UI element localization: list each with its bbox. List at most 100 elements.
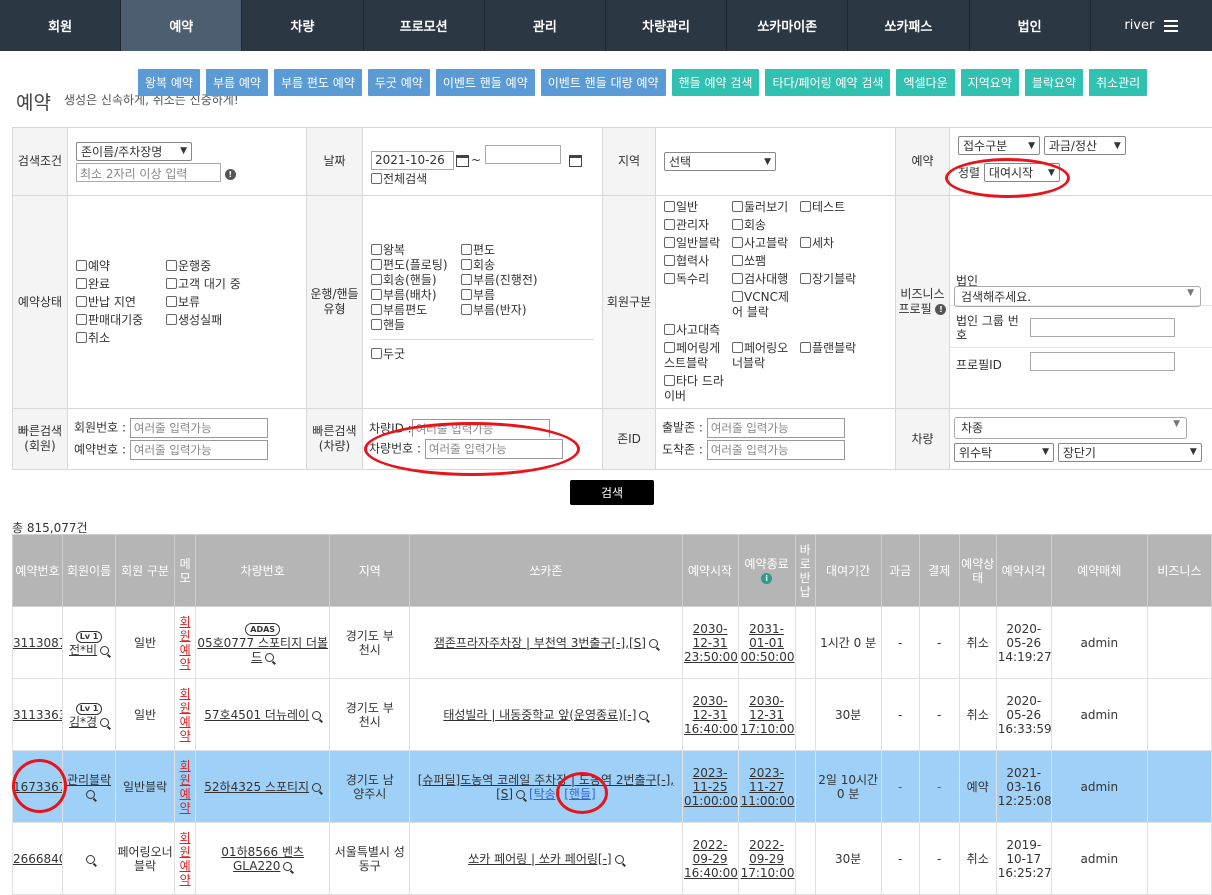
status-checkbox[interactable] (76, 313, 87, 325)
operation-checkbox[interactable] (371, 273, 382, 285)
term-select[interactable]: 장단기 ▼ (1057, 442, 1202, 462)
member-type-checkbox[interactable] (664, 255, 675, 266)
date-from-input[interactable]: 2021-10-26 (371, 151, 454, 170)
event-handle-booking-button[interactable]: 이벤트 핸들 예약 (435, 69, 535, 96)
booking-id-link[interactable]: 26668404 (14, 852, 62, 866)
member-name-link[interactable]: 관리블락 (67, 773, 111, 787)
operation-checkbox[interactable] (461, 243, 472, 255)
end-time-link[interactable]: 2023-11-27 11:00:00 (741, 766, 795, 808)
dogood-checkbox[interactable] (371, 347, 382, 359)
col-header[interactable]: 차량번호 (195, 534, 331, 607)
status-checkbox[interactable] (166, 313, 177, 325)
round-trip-booking-button[interactable]: 왕복 예약 (138, 69, 200, 96)
operation-checkbox[interactable] (461, 303, 472, 315)
calendar-icon[interactable] (456, 154, 469, 167)
col-header[interactable]: 쏘카존 (409, 534, 683, 607)
status-checkbox[interactable] (166, 259, 177, 271)
operation-checkbox[interactable] (461, 258, 472, 270)
col-header[interactable]: 예약번호 (11, 534, 64, 607)
zone-link[interactable]: 태성빌라 | 내동중학교 앞(운영종료)[-] (443, 708, 636, 722)
car-number-link[interactable]: 05호0777 스포티지 더볼드 (197, 636, 328, 664)
member-type-checkbox[interactable] (800, 342, 811, 353)
status-checkbox[interactable] (76, 259, 87, 271)
status-checkbox[interactable] (76, 295, 87, 307)
handle-tag[interactable]: [핸들] (564, 787, 595, 801)
member-type-checkbox[interactable] (664, 219, 675, 230)
user-menu[interactable]: river (1091, 0, 1212, 51)
search-keyword-input[interactable]: 최소 2자리 이상 입력 (76, 162, 221, 182)
car-no-textarea[interactable]: 여러줄 입력가능 (424, 439, 563, 459)
booking-no-textarea[interactable]: 여러줄 입력가능 (129, 440, 268, 460)
booking-id-link[interactable]: 31133634 (14, 708, 62, 722)
calendar-icon[interactable] (568, 154, 582, 167)
member-type-checkbox[interactable] (732, 291, 743, 302)
col-header[interactable]: 바 로 반 납 (794, 534, 816, 607)
booking-id-link[interactable]: 31130876 (14, 636, 62, 650)
receipt-type-select[interactable]: 접수구분 ▼ (958, 136, 1040, 155)
nav-manage[interactable]: 관리 (485, 0, 606, 51)
end-time-link[interactable]: 2031-01-01 00:50:00 (741, 622, 795, 664)
excel-download-button[interactable]: 엑셀다운 (896, 69, 955, 96)
corp-group-input[interactable] (1030, 318, 1175, 337)
member-type-checkbox[interactable] (664, 342, 675, 353)
search-icon[interactable] (265, 653, 275, 662)
car-number-link[interactable]: 52하4325 스포티지 (204, 780, 309, 794)
nav-socar-pass[interactable]: 쏘카패스 (848, 0, 970, 51)
zone-link[interactable]: 잼존프라자주차장 | 부천역 3번출구[-],[S] (434, 636, 646, 650)
zone-link[interactable]: 쏘카 페어링 | 쏘카 페어링[-] (468, 852, 611, 866)
nav-my-zone[interactable]: 쏘카마이존 (727, 0, 849, 51)
status-checkbox[interactable] (166, 295, 177, 307)
event-handle-bulk-booking-button[interactable]: 이벤트 핸들 대량 예약 (540, 69, 666, 96)
memo-link[interactable]: 회원예약 (179, 687, 191, 743)
search-icon[interactable] (614, 854, 624, 864)
col-header[interactable]: 예약매체 (1050, 534, 1148, 607)
car-type-select[interactable]: 차종 ▼ (954, 416, 1187, 439)
end-time-link[interactable]: 2022-09-29 17:10:00 (741, 838, 795, 880)
profile-id-input[interactable] (1030, 352, 1175, 371)
nav-promotion[interactable]: 프로모션 (364, 0, 485, 51)
col-header[interactable]: 지역 (329, 534, 411, 607)
search-button[interactable]: 검색 (570, 480, 654, 505)
status-checkbox[interactable] (76, 331, 87, 343)
col-header[interactable]: 비즈니스 (1146, 534, 1212, 607)
booking-id-link[interactable]: 16733670 (14, 780, 62, 794)
member-name-link[interactable]: 전*비 (69, 643, 97, 657)
col-header[interactable]: 예약시작 (681, 534, 739, 607)
operation-checkbox[interactable] (371, 318, 382, 330)
member-type-checkbox[interactable] (732, 219, 743, 230)
member-type-checkbox[interactable] (664, 237, 675, 248)
dogood-booking-button[interactable]: 두굿 예약 (367, 69, 430, 96)
car-id-textarea[interactable]: 여러줄 입력가능 (411, 419, 550, 437)
col-header[interactable]: 대여기간 (814, 534, 882, 607)
search-icon[interactable] (312, 710, 322, 720)
member-type-checkbox[interactable] (664, 273, 675, 284)
operation-checkbox[interactable] (461, 288, 472, 300)
all-search-checkbox[interactable] (371, 173, 382, 184)
cancel-manage-button[interactable]: 취소관리 (1089, 69, 1148, 96)
member-type-checkbox[interactable] (732, 255, 743, 266)
operation-checkbox[interactable] (371, 303, 382, 315)
member-type-checkbox[interactable] (800, 237, 811, 248)
nav-corporate[interactable]: 법인 (970, 0, 1091, 51)
status-checkbox[interactable] (76, 277, 87, 289)
tada-pairing-search-button[interactable]: 타다/페어링 예약 검색 (765, 69, 891, 96)
memo-link[interactable]: 회원예약 (179, 759, 191, 815)
col-header[interactable]: 메 모 (174, 534, 197, 607)
operation-checkbox[interactable] (461, 273, 472, 285)
search-icon[interactable] (100, 646, 110, 655)
search-icon[interactable] (648, 638, 658, 648)
member-no-textarea[interactable]: 여러줄 입력가능 (129, 418, 268, 438)
search-icon[interactable] (516, 789, 526, 799)
corp-select[interactable]: 검색해주세요. ▼ (954, 286, 1201, 307)
car-number-link[interactable]: 57호4501 더뉴레이 (204, 708, 309, 722)
member-type-checkbox[interactable] (732, 273, 743, 284)
charge-settle-select[interactable]: 과금/정산 ▼ (1043, 136, 1126, 155)
nav-vehicle-manage[interactable]: 차량관리 (606, 0, 728, 51)
block-summary-button[interactable]: 블락요약 (1024, 69, 1083, 96)
col-header[interactable]: 결제 (918, 534, 960, 607)
member-type-checkbox[interactable] (732, 237, 743, 248)
delivery-booking-button[interactable]: 부름 예약 (205, 69, 268, 96)
nav-booking[interactable]: 예약 (121, 0, 243, 51)
start-time-link[interactable]: 2030-12-31 23:50:00 (684, 622, 737, 664)
start-time-link[interactable]: 2030-12-31 16:40:00 (684, 694, 737, 736)
